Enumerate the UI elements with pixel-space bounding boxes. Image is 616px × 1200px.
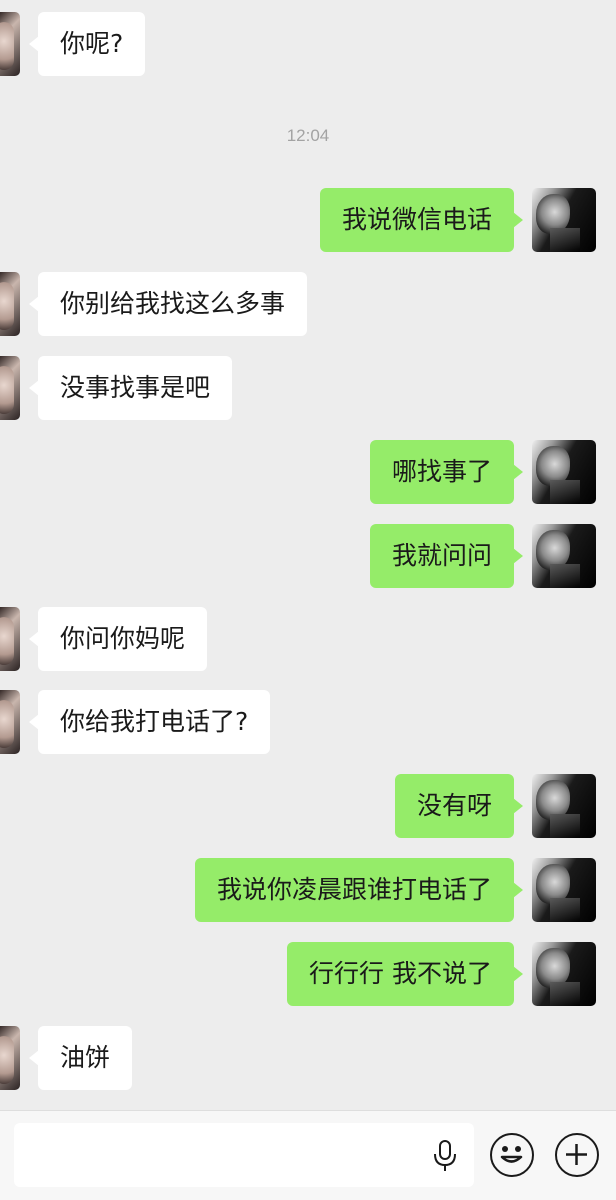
my-avatar[interactable] bbox=[532, 774, 596, 838]
sent-message-bubble[interactable]: 哪找事了 bbox=[369, 440, 524, 504]
received-message-bubble[interactable]: 你给我打电话了? bbox=[28, 690, 271, 754]
contact-avatar[interactable] bbox=[0, 272, 20, 336]
contact-avatar[interactable] bbox=[0, 356, 20, 420]
my-avatar[interactable] bbox=[532, 942, 596, 1006]
contact-avatar[interactable] bbox=[0, 12, 20, 76]
my-avatar[interactable] bbox=[532, 858, 596, 922]
message-input[interactable] bbox=[14, 1123, 474, 1187]
emoji-button[interactable] bbox=[490, 1133, 534, 1177]
sent-message-bubble[interactable]: 行行行 我不说了 bbox=[287, 942, 523, 1006]
chat-area: 12:04 你呢? 我说微信电话 你别给我找这么多事 没事找事是吧 哪找事了 我… bbox=[0, 0, 616, 1110]
received-message-bubble[interactable]: 油饼 bbox=[28, 1026, 133, 1090]
my-avatar[interactable] bbox=[532, 188, 596, 252]
received-message-bubble[interactable]: 你呢? bbox=[28, 12, 146, 76]
contact-avatar[interactable] bbox=[0, 690, 20, 754]
sent-message-bubble[interactable]: 我就问问 bbox=[369, 524, 524, 588]
my-avatar[interactable] bbox=[532, 440, 596, 504]
received-message-bubble[interactable]: 你别给我找这么多事 bbox=[28, 272, 308, 336]
received-message-bubble[interactable]: 没事找事是吧 bbox=[28, 356, 233, 420]
sent-message-bubble[interactable]: 我说微信电话 bbox=[319, 188, 524, 252]
input-bar bbox=[0, 1110, 616, 1200]
sent-message-bubble[interactable]: 没有呀 bbox=[394, 774, 524, 838]
contact-avatar[interactable] bbox=[0, 607, 20, 671]
microphone-icon[interactable] bbox=[430, 1139, 460, 1173]
received-message-bubble[interactable]: 你问你妈呢 bbox=[28, 607, 208, 671]
timestamp: 12:04 bbox=[286, 126, 330, 145]
plus-icon bbox=[566, 1144, 587, 1165]
plus-button[interactable] bbox=[555, 1133, 599, 1177]
my-avatar[interactable] bbox=[532, 524, 596, 588]
emoji-icon bbox=[500, 1146, 523, 1163]
sent-message-bubble[interactable]: 我说你凌晨跟谁打电话了 bbox=[194, 858, 524, 922]
contact-avatar[interactable] bbox=[0, 1026, 20, 1090]
